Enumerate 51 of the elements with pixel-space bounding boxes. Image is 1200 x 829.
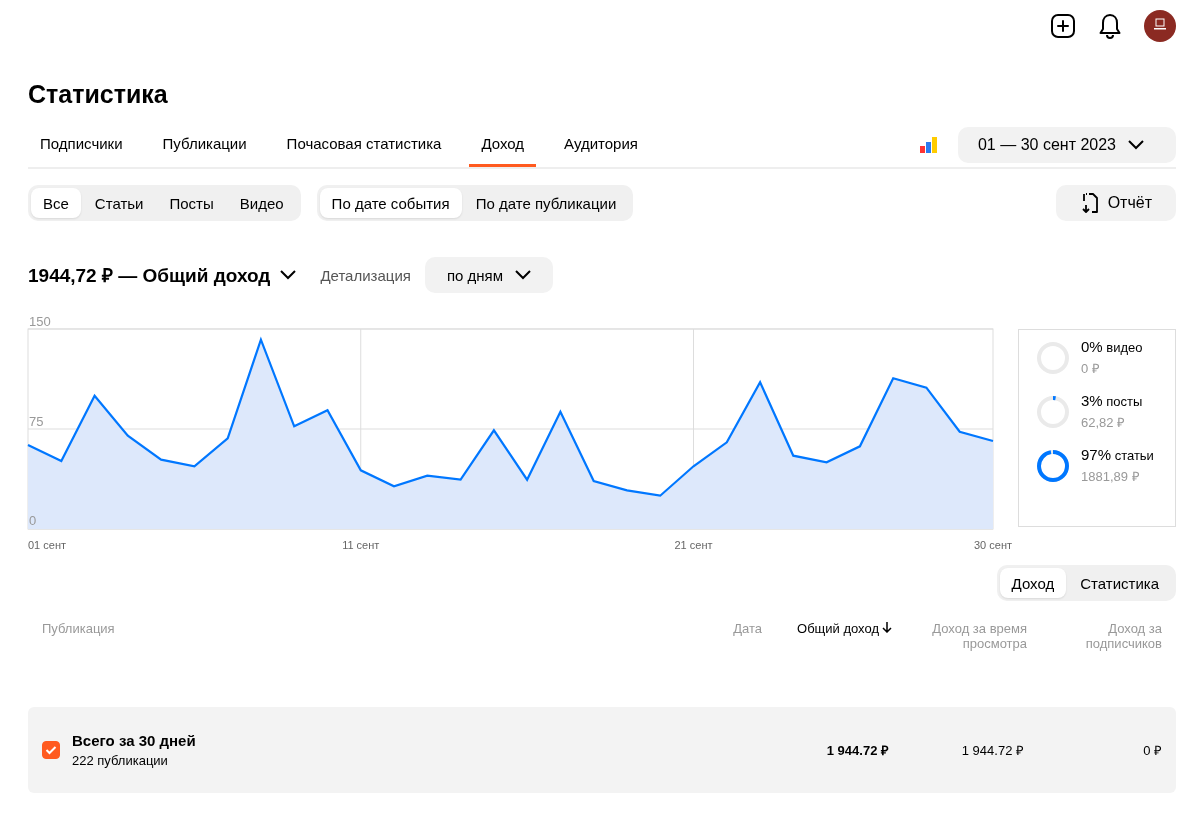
avatar-icon[interactable] <box>1144 10 1176 42</box>
x-tick-label: 21 сент <box>674 539 713 549</box>
segment-option[interactable]: Статьи <box>82 188 156 218</box>
tab[interactable]: Публикации <box>150 123 259 167</box>
sort-down-icon <box>882 621 892 633</box>
checkbox[interactable] <box>42 741 60 759</box>
bar-chart-icon[interactable] <box>919 137 938 153</box>
share-label: 0% видео <box>1081 338 1143 355</box>
table-cell-text: 1 944.72 ₽ <box>960 742 1024 759</box>
chevron-down-icon <box>280 270 297 280</box>
report-button[interactable]: Отчёт <box>1055 185 1176 221</box>
chevron-down-icon <box>515 270 531 280</box>
row-subtitle: 222 публикации <box>72 753 169 768</box>
y-tick-label: 150 <box>29 314 51 329</box>
share-amount: 1881,89 ₽ <box>1081 468 1141 485</box>
page-title: Статистика <box>28 80 169 109</box>
tab[interactable]: Подписчики <box>28 123 135 167</box>
table-cell-text: 0 ₽ <box>1142 742 1162 759</box>
segment-option[interactable]: По дате публикации <box>463 188 629 218</box>
table-cell-text: 1 944.72 ₽ <box>825 742 889 759</box>
segment-option[interactable]: Статистика <box>1068 568 1171 598</box>
segment-option[interactable]: Доход <box>999 568 1067 598</box>
progress-ring <box>1035 393 1071 430</box>
x-tick-label: 30 сент <box>974 539 1012 549</box>
date-range-dropdown[interactable]: 01 — 30 сент 2023 <box>957 127 1176 163</box>
share-label: 3% посты <box>1081 392 1143 409</box>
file-download-icon <box>1079 192 1098 214</box>
detail-label: Детализация <box>320 266 411 284</box>
tab[interactable]: Почасовая статистика <box>274 123 454 167</box>
row-title: Всего за 30 дней <box>72 732 196 749</box>
y-tick-label: 0 <box>29 513 37 528</box>
progress-ring <box>1035 447 1071 484</box>
segment-option[interactable]: По дате события <box>319 188 462 218</box>
share-amount: 62,82 ₽ <box>1081 414 1127 431</box>
tab[interactable]: Аудитория <box>552 123 650 167</box>
segment-option[interactable]: Видео <box>227 188 296 218</box>
x-tick-label: 01 сент <box>28 539 67 549</box>
column-header[interactable]: Общий доход <box>762 621 892 691</box>
bell-icon[interactable] <box>1098 13 1122 39</box>
tab[interactable]: Доход <box>469 123 537 167</box>
share-label: 97% статьи <box>1081 446 1154 463</box>
check-icon <box>45 745 57 755</box>
add-icon[interactable] <box>1050 13 1076 39</box>
y-tick-label: 75 <box>29 414 44 429</box>
segment-option[interactable]: Все <box>31 188 81 218</box>
segment-option[interactable]: Посты <box>157 188 226 218</box>
detail-dropdown[interactable]: по дням <box>424 257 553 293</box>
total-income-dropdown[interactable]: 1944,72 ₽ — Общий доход <box>28 262 297 288</box>
chevron-down-icon <box>1128 140 1144 150</box>
x-tick-label: 11 сент <box>342 539 380 549</box>
share-amount: 0 ₽ <box>1081 360 1101 377</box>
